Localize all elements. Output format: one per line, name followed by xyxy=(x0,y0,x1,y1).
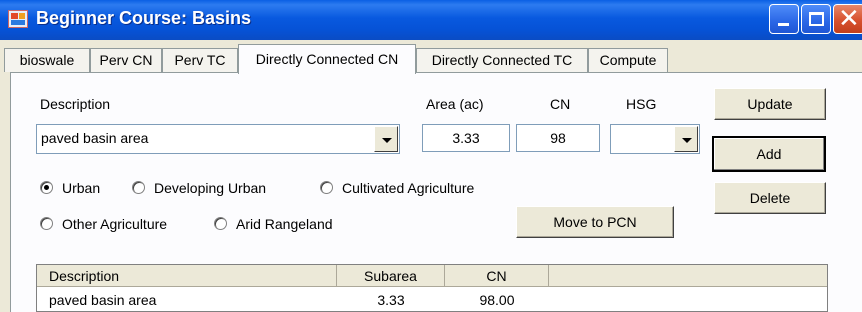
radio-label: Cultivated Agriculture xyxy=(342,180,475,196)
hsg-label: HSG xyxy=(626,96,657,112)
tab-perv-tc[interactable]: Perv TC xyxy=(162,48,238,72)
radio-indicator xyxy=(40,181,53,194)
move-to-pcn-button[interactable]: Move to PCN xyxy=(516,206,674,238)
radio-label: Arid Rangeland xyxy=(236,216,333,232)
tab-directly-connected-tc[interactable]: Directly Connected TC xyxy=(416,48,588,72)
minimize-button[interactable] xyxy=(769,4,799,34)
radio-label: Urban xyxy=(62,180,101,196)
description-dropdown-button[interactable] xyxy=(374,126,398,152)
column-header-blank xyxy=(549,265,827,287)
cell-description: paved basin area xyxy=(49,292,157,308)
column-header-subarea[interactable]: Subarea xyxy=(337,265,445,287)
radio-indicator xyxy=(40,217,53,230)
cn-input[interactable]: 98 xyxy=(516,124,600,152)
close-button[interactable]: ✕ xyxy=(833,4,862,34)
tab-bioswale[interactable]: bioswale xyxy=(4,48,90,72)
maximize-button[interactable] xyxy=(801,4,831,34)
tab-perv-cn[interactable]: Perv CN xyxy=(90,48,162,72)
radio-label: Developing Urban xyxy=(154,180,267,196)
radio-indicator xyxy=(320,181,333,194)
area-input[interactable]: 3.33 xyxy=(422,124,510,152)
cell-cn: 98.00 xyxy=(479,292,515,308)
radio-indicator xyxy=(214,217,227,230)
radio-label: Other Agriculture xyxy=(62,216,168,232)
minimize-icon xyxy=(778,23,789,26)
column-header-cn[interactable]: CN xyxy=(445,265,549,287)
tab-compute[interactable]: Compute xyxy=(588,48,668,72)
chevron-down-icon xyxy=(382,138,392,143)
title-bar[interactable]: Beginner Course: Basins ✕ xyxy=(0,0,862,40)
delete-button[interactable]: Delete xyxy=(714,182,826,214)
cn-label: CN xyxy=(550,96,571,112)
add-button[interactable]: Add xyxy=(712,136,826,172)
close-icon: ✕ xyxy=(838,4,860,34)
description-label: Description xyxy=(40,96,111,112)
window-title: Beginner Course: Basins xyxy=(36,8,252,28)
cell-subarea: 3.33 xyxy=(377,292,405,308)
radio-indicator xyxy=(132,181,145,194)
app-grid-icon[interactable] xyxy=(8,10,28,28)
tab-strip: bioswale Perv CN Perv TC Directly Connec… xyxy=(0,40,862,74)
area-label: Area (ac) xyxy=(426,96,484,112)
subarea-table[interactable]: Description Subarea CN paved basin area … xyxy=(36,264,828,312)
maximize-icon xyxy=(809,12,824,26)
description-combobox[interactable]: paved basin area xyxy=(36,124,400,154)
hsg-dropdown-button[interactable] xyxy=(674,126,698,152)
update-button[interactable]: Update xyxy=(714,88,826,120)
column-header-description[interactable]: Description xyxy=(37,265,337,287)
chevron-down-icon xyxy=(682,138,692,143)
tab-directly-connected-cn[interactable]: Directly Connected CN xyxy=(238,44,416,74)
